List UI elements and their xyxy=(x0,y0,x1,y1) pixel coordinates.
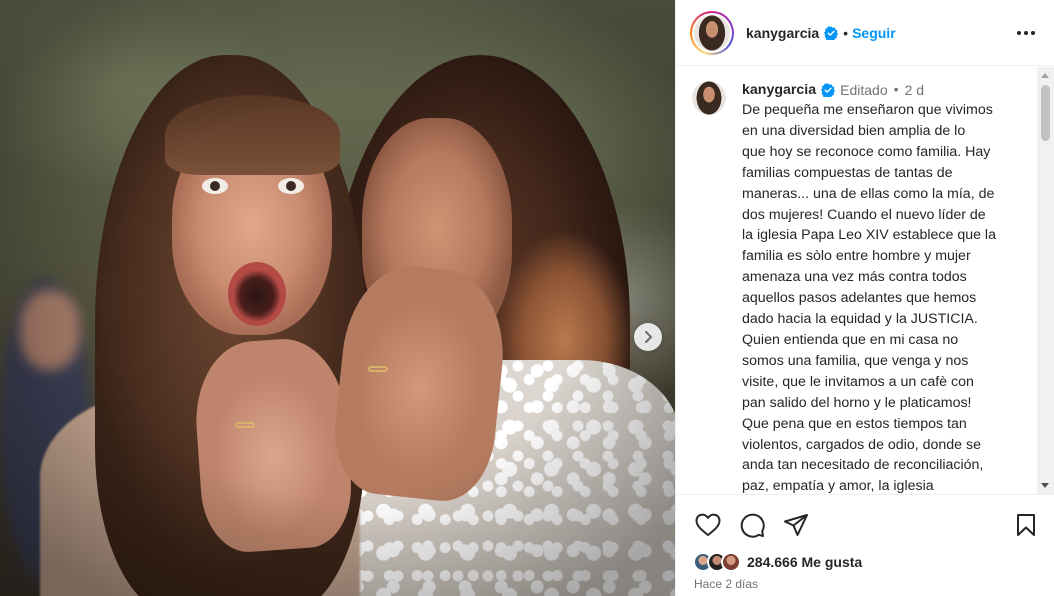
follow-button[interactable]: Seguir xyxy=(852,25,896,41)
scroll-up-arrow-icon[interactable] xyxy=(1041,73,1049,78)
story-ring-avatar[interactable] xyxy=(690,10,734,55)
more-options-icon[interactable] xyxy=(1012,22,1040,44)
caption-time[interactable]: 2 d xyxy=(905,81,924,99)
caption-avatar[interactable] xyxy=(692,81,726,115)
likes-count[interactable]: 284.666 Me gusta xyxy=(747,554,862,570)
share-icon[interactable] xyxy=(782,511,810,539)
caption-username[interactable]: kanygarcia xyxy=(742,81,816,99)
caption-separator: • xyxy=(893,82,899,98)
comment-icon[interactable] xyxy=(738,511,766,539)
avatar xyxy=(721,552,741,572)
post-time-ago[interactable]: Hace 2 días xyxy=(676,573,1054,591)
header-username[interactable]: kanygarcia xyxy=(746,25,819,41)
caption-text: De pequeña me enseñaron que vivimos en u… xyxy=(742,102,996,494)
liker-avatars xyxy=(693,552,741,572)
bookmark-icon[interactable] xyxy=(1012,511,1040,539)
likes-row[interactable]: 284.666 Me gusta xyxy=(676,541,1054,573)
comments-area[interactable]: kanygarcia Editado • 2 d De pequeña me e… xyxy=(676,67,1054,494)
avatar xyxy=(694,14,730,51)
edited-label: Editado xyxy=(840,82,888,98)
post-actions: 284.666 Me gusta Hace 2 días xyxy=(676,494,1054,596)
photo-vignette xyxy=(0,0,675,596)
verified-badge-icon xyxy=(824,25,839,40)
heart-icon[interactable] xyxy=(694,511,722,539)
caption-body: kanygarcia Editado • 2 d De pequeña me e… xyxy=(742,81,1026,494)
caption-header: kanygarcia Editado • 2 d xyxy=(742,81,1026,99)
chevron-right-icon xyxy=(645,331,652,343)
post-header: kanygarcia • Seguir xyxy=(676,0,1054,66)
post-caption: kanygarcia Editado • 2 d De pequeña me e… xyxy=(676,67,1054,494)
scroll-down-arrow-icon[interactable] xyxy=(1041,483,1049,488)
header-separator: • xyxy=(843,24,849,41)
verified-badge-icon xyxy=(821,83,836,97)
scrollbar-thumb[interactable] xyxy=(1041,85,1050,141)
action-icons xyxy=(676,495,1054,541)
post-photo[interactable] xyxy=(0,0,675,596)
next-image-button[interactable] xyxy=(634,323,662,351)
comments-scrollbar[interactable] xyxy=(1037,67,1054,494)
post-side-panel: kanygarcia • Seguir kanygarcia Editado •… xyxy=(675,0,1054,596)
